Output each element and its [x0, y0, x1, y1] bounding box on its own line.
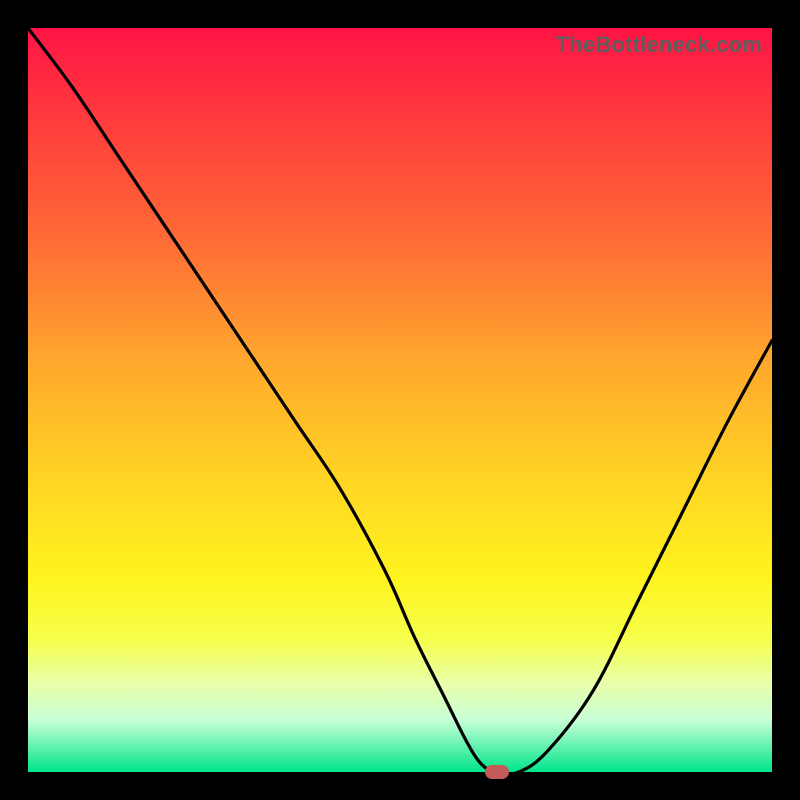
bottleneck-curve	[28, 28, 772, 772]
chart-frame: TheBottleneck.com	[0, 0, 800, 800]
optimal-point-marker	[485, 765, 509, 779]
chart-plot-area: TheBottleneck.com	[28, 28, 772, 772]
curve-path	[28, 28, 772, 772]
